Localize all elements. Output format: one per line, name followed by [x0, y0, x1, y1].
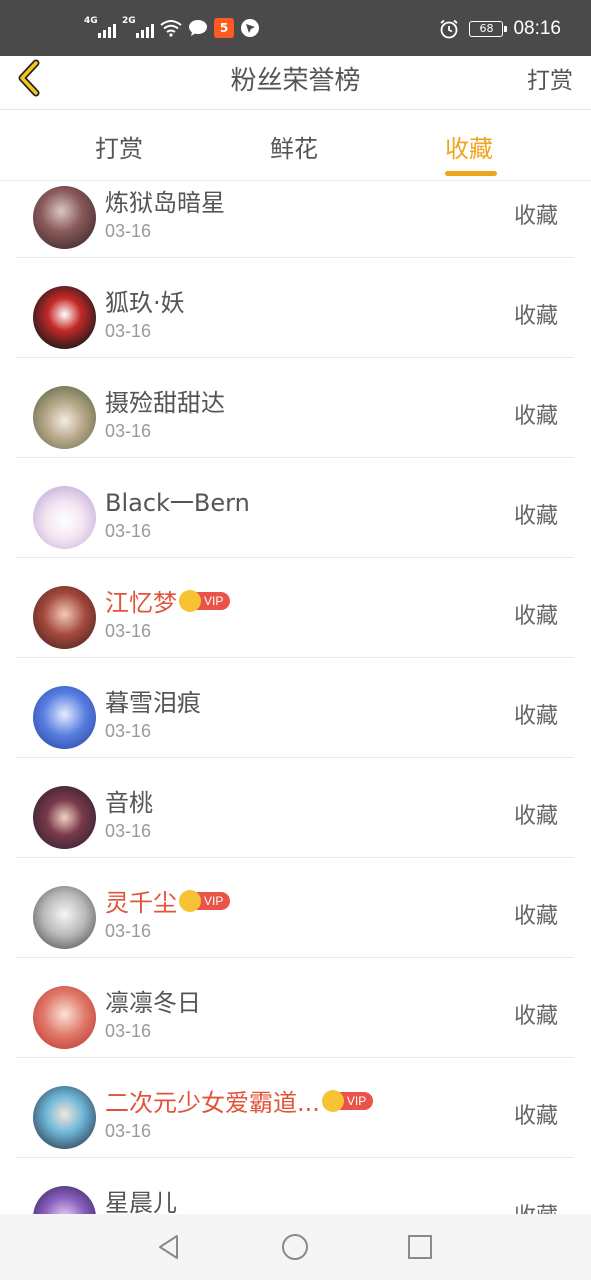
tab-reward[interactable]: 打赏	[95, 129, 143, 164]
clock: 08:16	[513, 18, 561, 39]
user-name: 炼狱岛暗星	[105, 189, 225, 217]
fan-list: 炼狱岛暗星 03-16 收藏 狐玖·妖 03-16 收藏 摄殓甜甜达 03-16…	[0, 182, 591, 1214]
favorite-label: 收藏	[513, 404, 558, 429]
list-item[interactable]: 狐玖·妖 03-16 收藏	[16, 258, 574, 358]
active-tab-indicator	[445, 171, 497, 176]
user-name: 音桃	[105, 789, 153, 817]
user-name: 狐玖·妖	[105, 289, 185, 317]
favorite-label: 收藏	[513, 904, 558, 929]
name-wrap: 灵千尘 VIP	[105, 883, 231, 918]
favorite-label: 收藏	[514, 1198, 558, 1214]
date: 03-16	[105, 721, 152, 741]
date: 03-16	[105, 621, 152, 641]
list-item[interactable]: Black一Bern 03-16 收藏	[16, 458, 574, 558]
name-wrap: 摄殓甜甜达	[105, 383, 225, 418]
date: 03-16	[105, 1121, 152, 1141]
list-item[interactable]: 星晨儿 收藏	[16, 1158, 574, 1214]
reward-button[interactable]: 打赏	[527, 61, 573, 95]
status-right: 68 08:16	[439, 18, 561, 40]
system-nav-bar	[0, 1214, 591, 1280]
avatar	[33, 786, 96, 849]
date: 03-16	[105, 321, 152, 341]
alarm-icon	[440, 19, 459, 39]
favorite-label: 收藏	[513, 1004, 558, 1029]
triangle-back-icon[interactable]	[154, 1232, 184, 1262]
user-name: 摄殓甜甜达	[105, 389, 225, 417]
user-name: 星晨儿	[105, 1189, 177, 1214]
user-name: 江忆梦	[105, 589, 177, 617]
name-wrap: Black一Bern	[105, 483, 250, 518]
name-wrap: 二次元少女爱霸道... VIP	[105, 1083, 374, 1118]
name-wrap: 狐玖·妖	[105, 283, 185, 318]
user-name: 二次元少女爱霸道...	[105, 1089, 320, 1117]
name-wrap: 音桃	[105, 783, 153, 818]
favorite-label: 收藏	[513, 304, 558, 329]
avatar	[33, 486, 96, 549]
avatar	[33, 386, 96, 449]
list-item[interactable]: 炼狱岛暗星 03-16 收藏	[16, 182, 574, 258]
date: 03-16	[105, 421, 152, 441]
user-name: Black一Bern	[105, 489, 250, 517]
favorite-label: 收藏	[513, 504, 558, 529]
avatar	[33, 1086, 96, 1149]
tab-bar: 打赏 鲜花 收藏	[0, 111, 591, 181]
list-item[interactable]: 暮雪泪痕 03-16 收藏	[16, 658, 574, 758]
date: 03-16	[105, 921, 152, 941]
square-recents-icon[interactable]	[405, 1232, 435, 1262]
tab-flowers[interactable]: 鲜花	[270, 129, 318, 164]
network-type-label-2: 2G	[122, 16, 136, 26]
tab-favorites[interactable]: 收藏	[445, 129, 493, 164]
name-wrap: 星晨儿	[105, 1183, 177, 1214]
date: 03-16	[105, 821, 152, 841]
message-icon	[189, 20, 207, 36]
vip-badge: VIP	[179, 589, 231, 612]
list-item[interactable]: 摄殓甜甜达 03-16 收藏	[16, 358, 574, 458]
list-item[interactable]: 灵千尘 VIP 03-16 收藏	[16, 858, 574, 958]
list-item[interactable]: 二次元少女爱霸道... VIP 03-16 收藏	[16, 1058, 574, 1158]
avatar	[33, 586, 96, 649]
favorite-label: 收藏	[513, 704, 558, 729]
wifi-icon	[160, 20, 182, 37]
crown-icon	[179, 589, 201, 612]
avatar	[33, 686, 96, 749]
avatar	[33, 286, 96, 349]
user-name: 凛凛冬日	[105, 989, 201, 1017]
location-arrow-icon	[241, 19, 259, 37]
cell-signal-icon: 4G	[84, 16, 116, 38]
list-item[interactable]: 音桃 03-16 收藏	[16, 758, 574, 858]
list-item[interactable]: 江忆梦 VIP 03-16 收藏	[16, 558, 574, 658]
top-navbar: 粉丝荣誉榜 打赏	[0, 56, 591, 110]
date: 03-16	[105, 221, 152, 241]
status-left: 4G 2G 5	[84, 16, 260, 38]
status-bar: 4G 2G 5 68 08:16	[0, 0, 591, 56]
avatar	[33, 1186, 96, 1214]
user-name: 暮雪泪痕	[105, 689, 201, 717]
name-wrap: 凛凛冬日	[105, 983, 201, 1018]
name-wrap: 炼狱岛暗星	[105, 183, 225, 218]
favorite-label: 收藏	[513, 204, 558, 229]
circle-home-icon[interactable]	[280, 1232, 310, 1262]
date: 03-16	[105, 1021, 152, 1041]
name-wrap: 暮雪泪痕	[105, 683, 201, 718]
cell-signal-icon-2: 2G	[122, 16, 154, 38]
app-notification-icon: 5	[214, 18, 234, 38]
crown-icon	[179, 889, 201, 912]
avatar	[33, 986, 96, 1049]
vip-badge: VIP	[321, 1089, 374, 1112]
avatar	[33, 886, 96, 949]
crown-icon	[321, 1089, 344, 1112]
avatar	[33, 186, 96, 249]
favorite-label: 收藏	[513, 1104, 558, 1129]
user-name: 灵千尘	[105, 889, 177, 917]
list-item[interactable]: 凛凛冬日 03-16 收藏	[16, 958, 574, 1058]
favorite-label: 收藏	[513, 604, 558, 629]
name-wrap: 江忆梦 VIP	[105, 583, 231, 618]
page-title: 粉丝荣誉榜	[230, 66, 361, 96]
favorite-label: 收藏	[513, 804, 558, 829]
date: 03-16	[105, 521, 152, 541]
battery-icon: 68	[469, 21, 508, 37]
vip-badge: VIP	[179, 889, 231, 912]
network-type-label: 4G	[84, 16, 98, 26]
